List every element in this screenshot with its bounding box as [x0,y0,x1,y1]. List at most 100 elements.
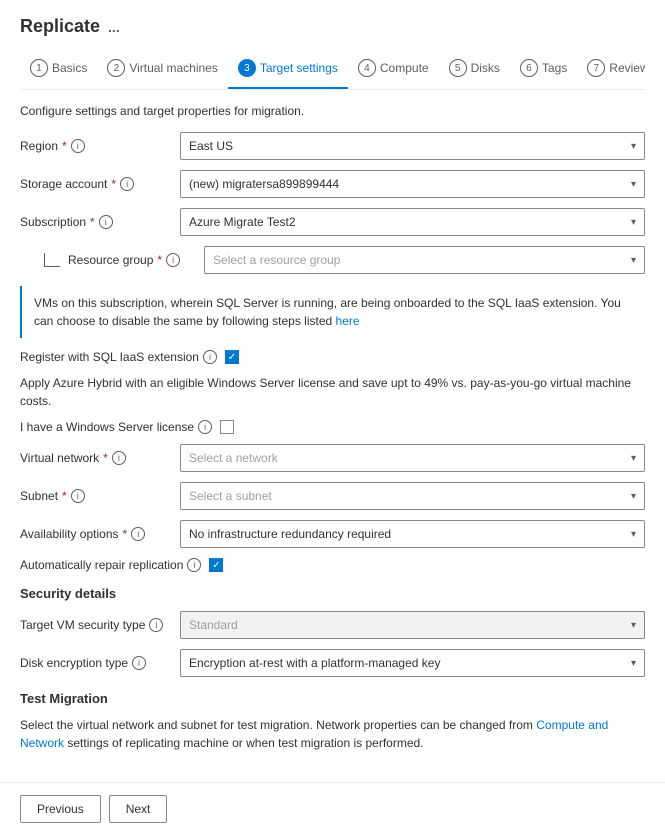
availability-info-icon[interactable]: i [131,527,145,541]
region-required: * [62,139,67,153]
region-chevron-icon: ▾ [631,141,636,152]
previous-button[interactable]: Previous [20,795,101,823]
step-label-review: Review + Start replication [609,61,645,75]
subnet-placeholder: Select a subnet [189,489,631,503]
availability-value: No infrastructure redundancy required [189,527,631,541]
wizard-steps: 1 Basics 2 Virtual machines 3 Target set… [20,51,645,90]
step-review[interactable]: 7 Review + Start replication [577,51,645,89]
storage-info-icon[interactable]: i [120,177,134,191]
vnet-required: * [103,451,108,465]
region-value: East US [189,139,631,153]
subnet-row: Subnet * i Select a subnet ▾ [20,482,645,510]
step-number-2: 2 [107,59,125,77]
rg-info-icon[interactable]: i [166,253,180,267]
auto-repair-row: Automatically repair replication i [20,558,645,572]
rg-chevron-icon: ▾ [631,255,636,266]
availability-dropdown[interactable]: No infrastructure redundancy required ▾ [180,520,645,548]
subscription-info-icon[interactable]: i [99,215,113,229]
title-ellipsis: ... [108,19,120,35]
disk-encryption-info-icon[interactable]: i [132,656,146,670]
availability-row: Availability options * i No infrastructu… [20,520,645,548]
virtual-network-dropdown[interactable]: Select a network ▾ [180,444,645,472]
step-label-compute: Compute [380,61,429,75]
step-number-5: 5 [449,59,467,77]
test-migration-section-title: Test Migration [20,691,645,706]
compute-network-link[interactable]: Compute and Network [20,718,608,750]
step-label-disks: Disks [471,61,500,75]
disk-encryption-row: Disk encryption type i Encryption at-res… [20,649,645,677]
next-button[interactable]: Next [109,795,168,823]
step-compute[interactable]: 4 Compute [348,51,439,89]
storage-required: * [111,177,116,191]
subscription-chevron-icon: ▾ [631,217,636,228]
target-vm-chevron-icon: ▾ [631,620,636,631]
disk-encryption-label: Disk encryption type i [20,656,180,670]
security-section-title: Security details [20,586,645,601]
resource-group-label: Resource group * i [44,253,204,267]
bottom-bar: Previous Next [0,782,665,835]
step-number-3: 3 [238,59,256,77]
step-label-target: Target settings [260,61,338,75]
subscription-dropdown[interactable]: Azure Migrate Test2 ▾ [180,208,645,236]
step-target-settings[interactable]: 3 Target settings [228,51,348,89]
subnet-chevron-icon: ▾ [631,491,636,502]
step-label-tags: Tags [542,61,567,75]
subscription-required: * [90,215,95,229]
virtual-network-label: Virtual network * i [20,451,180,465]
disk-encryption-dropdown[interactable]: Encryption at-rest with a platform-manag… [180,649,645,677]
storage-account-label: Storage account * i [20,177,180,191]
step-basics[interactable]: 1 Basics [20,51,97,89]
availability-label: Availability options * i [20,527,180,541]
availability-required: * [123,527,128,541]
storage-account-dropdown[interactable]: (new) migratersa899899444 ▾ [180,170,645,198]
subnet-required: * [62,489,67,503]
storage-chevron-icon: ▾ [631,179,636,190]
windows-license-info-icon[interactable]: i [198,420,212,434]
subnet-info-icon[interactable]: i [71,489,85,503]
target-vm-security-dropdown[interactable]: Standard ▾ [180,611,645,639]
step-virtual-machines[interactable]: 2 Virtual machines [97,51,228,89]
step-disks[interactable]: 5 Disks [439,51,510,89]
step-number-4: 4 [358,59,376,77]
step-label-basics: Basics [52,61,87,75]
sql-info-link[interactable]: here [336,314,360,328]
form-subtitle: Configure settings and target properties… [20,104,645,118]
vnet-info-icon[interactable]: i [112,451,126,465]
subscription-row: Subscription * i Azure Migrate Test2 ▾ [20,208,645,236]
auto-repair-checkbox[interactable] [209,558,223,572]
target-vm-security-value: Standard [189,618,631,632]
storage-account-value: (new) migratersa899899444 [189,177,631,191]
hybrid-notice: Apply Azure Hybrid with an eligible Wind… [20,374,645,410]
disk-encryption-value: Encryption at-rest with a platform-manag… [189,656,631,670]
resource-group-dropdown[interactable]: Select a resource group ▾ [204,246,645,274]
region-label: Region * i [20,139,180,153]
subscription-value: Azure Migrate Test2 [189,215,631,229]
windows-license-checkbox[interactable] [220,420,234,434]
rg-required: * [157,253,162,267]
step-number-7: 7 [587,59,605,77]
sql-info-message: VMs on this subscription, wherein SQL Se… [20,286,645,338]
windows-license-label: I have a Windows Server license i [20,420,212,434]
sql-iaas-info-icon[interactable]: i [203,350,217,364]
target-vm-security-row: Target VM security type i Standard ▾ [20,611,645,639]
subscription-label: Subscription * i [20,215,180,229]
subnet-label: Subnet * i [20,489,180,503]
availability-chevron-icon: ▾ [631,529,636,540]
page-title: Replicate [20,16,100,37]
vnet-chevron-icon: ▾ [631,453,636,464]
target-vm-info-icon[interactable]: i [149,618,163,632]
step-label-vms: Virtual machines [129,61,218,75]
sql-iaas-checkbox[interactable] [225,350,239,364]
target-vm-security-label: Target VM security type i [20,618,180,632]
step-number-1: 1 [30,59,48,77]
disk-encryption-chevron-icon: ▾ [631,658,636,669]
step-tags[interactable]: 6 Tags [510,51,577,89]
auto-repair-info-icon[interactable]: i [187,558,201,572]
virtual-network-row: Virtual network * i Select a network ▾ [20,444,645,472]
step-number-6: 6 [520,59,538,77]
subnet-dropdown[interactable]: Select a subnet ▾ [180,482,645,510]
region-row: Region * i East US ▾ [20,132,645,160]
region-dropdown[interactable]: East US ▾ [180,132,645,160]
resource-group-placeholder: Select a resource group [213,253,631,267]
region-info-icon[interactable]: i [71,139,85,153]
